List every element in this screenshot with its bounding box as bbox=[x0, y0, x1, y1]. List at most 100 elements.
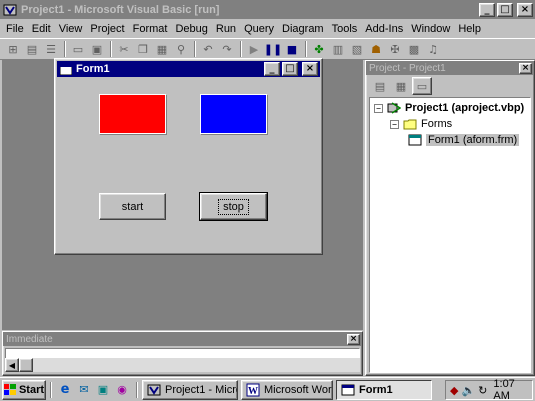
data-view-icon[interactable]: ▩ bbox=[405, 40, 423, 58]
maximize-icon[interactable]: □ bbox=[282, 62, 298, 76]
save-project-icon[interactable]: ▣ bbox=[88, 40, 106, 58]
ie-icon[interactable]: e bbox=[56, 381, 74, 399]
task-button-vb[interactable]: Project1 - Micro... bbox=[142, 379, 238, 400]
view-object-icon[interactable]: ▦ bbox=[391, 77, 411, 95]
form1-window[interactable]: Form1 _ □ × start stop bbox=[54, 58, 323, 255]
menu-tools[interactable]: Tools bbox=[328, 23, 362, 35]
open-project-icon[interactable]: ▭ bbox=[69, 40, 87, 58]
minimize-icon[interactable]: _ bbox=[479, 2, 495, 17]
menu-query[interactable]: Query bbox=[240, 23, 278, 35]
window-title: Project1 - Microsoft Visual Basic [run] bbox=[21, 3, 220, 16]
start-button-label: start bbox=[121, 200, 144, 213]
toolbar-separator bbox=[64, 41, 66, 57]
immediate-title-bar: Immediate × bbox=[3, 332, 362, 346]
toolbox-icon[interactable]: ✠ bbox=[386, 40, 404, 58]
task-label-vb: Project1 - Micro... bbox=[165, 383, 237, 396]
paste-icon[interactable]: ▦ bbox=[153, 40, 171, 58]
stop-icon[interactable]: ■ bbox=[283, 40, 301, 58]
desktop-icon[interactable]: ▣ bbox=[94, 381, 112, 399]
view-code-icon[interactable]: ▤ bbox=[370, 77, 390, 95]
immediate-window: Immediate × ◀ bbox=[2, 331, 363, 376]
project-title-bar: Project - Project1 × bbox=[366, 61, 534, 75]
tree-node-forms[interactable]: − Forms bbox=[390, 118, 452, 130]
channels-icon[interactable]: ◉ bbox=[113, 381, 131, 399]
task-button-word[interactable]: W Microsoft Word bbox=[241, 379, 333, 400]
tree-node-form1[interactable]: Form1 (aform.frm) bbox=[408, 134, 520, 146]
standard-toolbar: ⊞ ▤ ☰ ▭ ▣ ✂ ❐ ▦ ⚲ ↶ ↷ ▶ ❚❚ ■ ✤ ▥ ▧ ☗ ✠ ▩… bbox=[0, 38, 535, 60]
pause-icon[interactable]: ❚❚ bbox=[264, 40, 282, 58]
menu-file[interactable]: File bbox=[2, 23, 28, 35]
toolbar-separator bbox=[240, 41, 242, 57]
form-icon bbox=[408, 134, 422, 146]
form-layout-icon[interactable]: ▧ bbox=[348, 40, 366, 58]
taskbar: Start e ✉ ▣ ◉ Project1 - Micro... W Micr… bbox=[0, 377, 535, 401]
menu-run[interactable]: Run bbox=[212, 23, 240, 35]
project-tree[interactable]: − Project1 (aproject.vbp) − Forms Form1 … bbox=[369, 97, 531, 373]
close-icon[interactable]: × bbox=[347, 333, 360, 345]
speaker-icon[interactable]: 🔈 bbox=[461, 384, 475, 397]
properties-window-icon[interactable]: ▥ bbox=[329, 40, 347, 58]
word-icon: W bbox=[246, 383, 260, 397]
svg-text:W: W bbox=[248, 386, 258, 397]
red-shape bbox=[99, 94, 166, 134]
menu-help[interactable]: Help bbox=[454, 23, 485, 35]
menu-debug[interactable]: Debug bbox=[171, 23, 211, 35]
blue-shape bbox=[200, 94, 267, 134]
task-label-form1: Form1 bbox=[359, 383, 393, 396]
undo-icon[interactable]: ↶ bbox=[199, 40, 217, 58]
menu-add-ins[interactable]: Add-Ins bbox=[361, 23, 407, 35]
minimize-icon[interactable]: _ bbox=[264, 62, 280, 76]
menu-bar: File Edit View Project Format Debug Run … bbox=[0, 19, 535, 38]
start-button[interactable]: Start bbox=[2, 379, 46, 400]
taskbar-separator bbox=[136, 381, 138, 398]
redo-icon[interactable]: ↷ bbox=[218, 40, 236, 58]
menu-editor-icon[interactable]: ☰ bbox=[42, 40, 60, 58]
form-icon bbox=[60, 63, 72, 75]
clock[interactable]: 1:07 AM bbox=[493, 378, 532, 401]
menu-view[interactable]: View bbox=[55, 23, 87, 35]
cut-icon[interactable]: ✂ bbox=[115, 40, 133, 58]
find-icon[interactable]: ⚲ bbox=[172, 40, 190, 58]
windows-flag-icon bbox=[3, 384, 16, 395]
toolbar-separator bbox=[305, 41, 307, 57]
project-title: Project - Project1 bbox=[369, 62, 446, 74]
form-icon bbox=[341, 384, 355, 395]
close-icon[interactable]: × bbox=[302, 62, 318, 76]
task-button-form1[interactable]: Form1 bbox=[336, 379, 432, 400]
horizontal-scrollbar[interactable]: ◀ bbox=[5, 358, 360, 372]
menu-edit[interactable]: Edit bbox=[28, 23, 55, 35]
component-manager-icon[interactable]: ♫ bbox=[424, 40, 442, 58]
vb-project-icon bbox=[387, 102, 401, 114]
project-explorer-icon[interactable]: ✤ bbox=[310, 40, 328, 58]
menu-format[interactable]: Format bbox=[129, 23, 172, 35]
tray-app-icon[interactable]: ◆ bbox=[450, 384, 458, 397]
close-icon[interactable]: × bbox=[517, 2, 533, 17]
collapse-icon[interactable]: − bbox=[390, 119, 399, 129]
menu-diagram[interactable]: Diagram bbox=[278, 23, 328, 35]
add-project-icon[interactable]: ⊞ bbox=[4, 40, 22, 58]
stop-button-label: stop bbox=[218, 198, 249, 215]
scroll-left-icon[interactable]: ◀ bbox=[5, 358, 19, 372]
stop-button[interactable]: stop bbox=[199, 192, 268, 221]
play-icon[interactable]: ▶ bbox=[245, 40, 263, 58]
form1-title-bar[interactable]: Form1 _ □ × bbox=[57, 61, 320, 77]
collapse-icon[interactable]: − bbox=[374, 103, 383, 113]
system-tray: ◆ 🔈 ↻ 1:07 AM bbox=[445, 378, 533, 401]
maximize-icon[interactable]: □ bbox=[497, 2, 513, 17]
tree-node-project[interactable]: − Project1 (aproject.vbp) bbox=[374, 102, 524, 114]
title-bar: Project1 - Microsoft Visual Basic [run] … bbox=[0, 0, 535, 19]
outlook-express-icon[interactable]: ✉ bbox=[75, 381, 93, 399]
menu-window[interactable]: Window bbox=[407, 23, 454, 35]
scheduler-icon[interactable]: ↻ bbox=[478, 384, 487, 397]
close-icon[interactable]: × bbox=[519, 62, 532, 74]
add-form-icon[interactable]: ▤ bbox=[23, 40, 41, 58]
menu-project[interactable]: Project bbox=[86, 23, 128, 35]
taskbar-separator bbox=[50, 381, 52, 398]
toggle-folders-icon[interactable]: ▭ bbox=[412, 77, 432, 95]
scroll-thumb[interactable] bbox=[19, 358, 33, 372]
copy-icon[interactable]: ❐ bbox=[134, 40, 152, 58]
object-browser-icon[interactable]: ☗ bbox=[367, 40, 385, 58]
start-button[interactable]: start bbox=[99, 193, 166, 220]
folder-icon bbox=[403, 119, 417, 130]
immediate-title: Immediate bbox=[6, 333, 53, 345]
